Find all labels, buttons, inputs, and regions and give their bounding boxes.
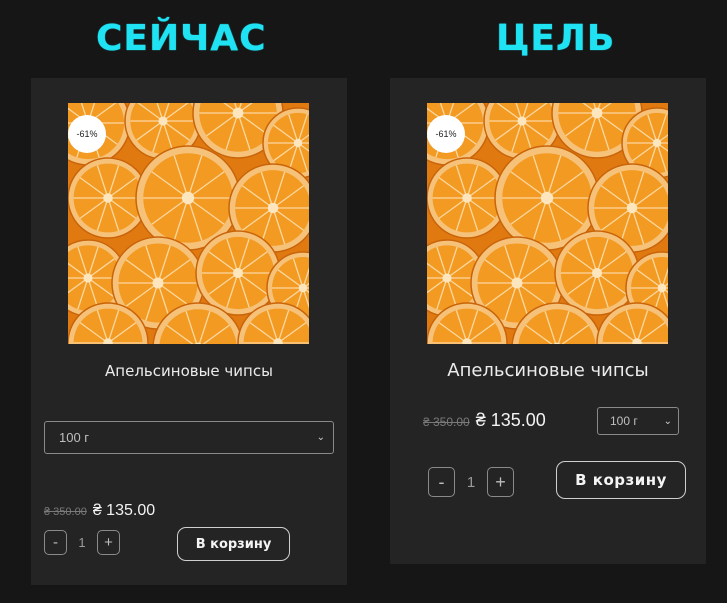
product-image[interactable]: -61% [427,103,668,344]
discount-badge: -61% [427,115,465,153]
weight-select-value: 100 г [610,414,638,428]
old-price: ₴ 350.00 [423,415,470,429]
product-card-goal: -61% Апельсиновые чипсы ₴ 350.00 ₴ 135.0… [390,78,706,564]
chevron-down-icon: ⌄ [663,415,672,427]
product-image[interactable]: -61% [68,103,309,344]
heading-goal: ЦЕЛЬ [496,18,616,59]
weight-select-value: 100 г [59,430,90,445]
product-card-current: -61% Апельсиновые чипсы 100 г ⌄ ₴ 350.00… [31,78,347,585]
add-to-cart-button[interactable]: В корзину [177,527,290,561]
sale-price: ₴ 135.00 [475,410,546,430]
chevron-down-icon: ⌄ [316,432,325,443]
quantity-stepper: - 1 + [428,467,514,497]
price-block: ₴ 350.00 ₴ 135.00 [423,410,546,431]
decrease-button[interactable]: - [428,467,455,497]
old-price: ₴ 350.00 [44,506,87,518]
decrease-button[interactable]: - [44,530,67,555]
weight-select[interactable]: 100 г ⌄ [44,421,334,454]
quantity-stepper: - 1 + [44,530,120,555]
heading-now: СЕЙЧАС [96,18,267,59]
weight-select[interactable]: 100 г ⌄ [597,407,679,435]
quantity-value[interactable]: 1 [67,535,97,550]
increase-button[interactable]: + [487,467,514,497]
product-title[interactable]: Апельсиновые чипсы [390,360,706,381]
quantity-value[interactable]: 1 [455,474,487,491]
add-to-cart-button[interactable]: В корзину [556,461,686,499]
sale-price: ₴ 135.00 [92,502,156,519]
increase-button[interactable]: + [97,530,120,555]
price-block: ₴ 350.00 ₴ 135.00 [44,502,155,520]
product-title[interactable]: Апельсиновые чипсы [31,362,347,380]
discount-badge: -61% [68,115,106,153]
